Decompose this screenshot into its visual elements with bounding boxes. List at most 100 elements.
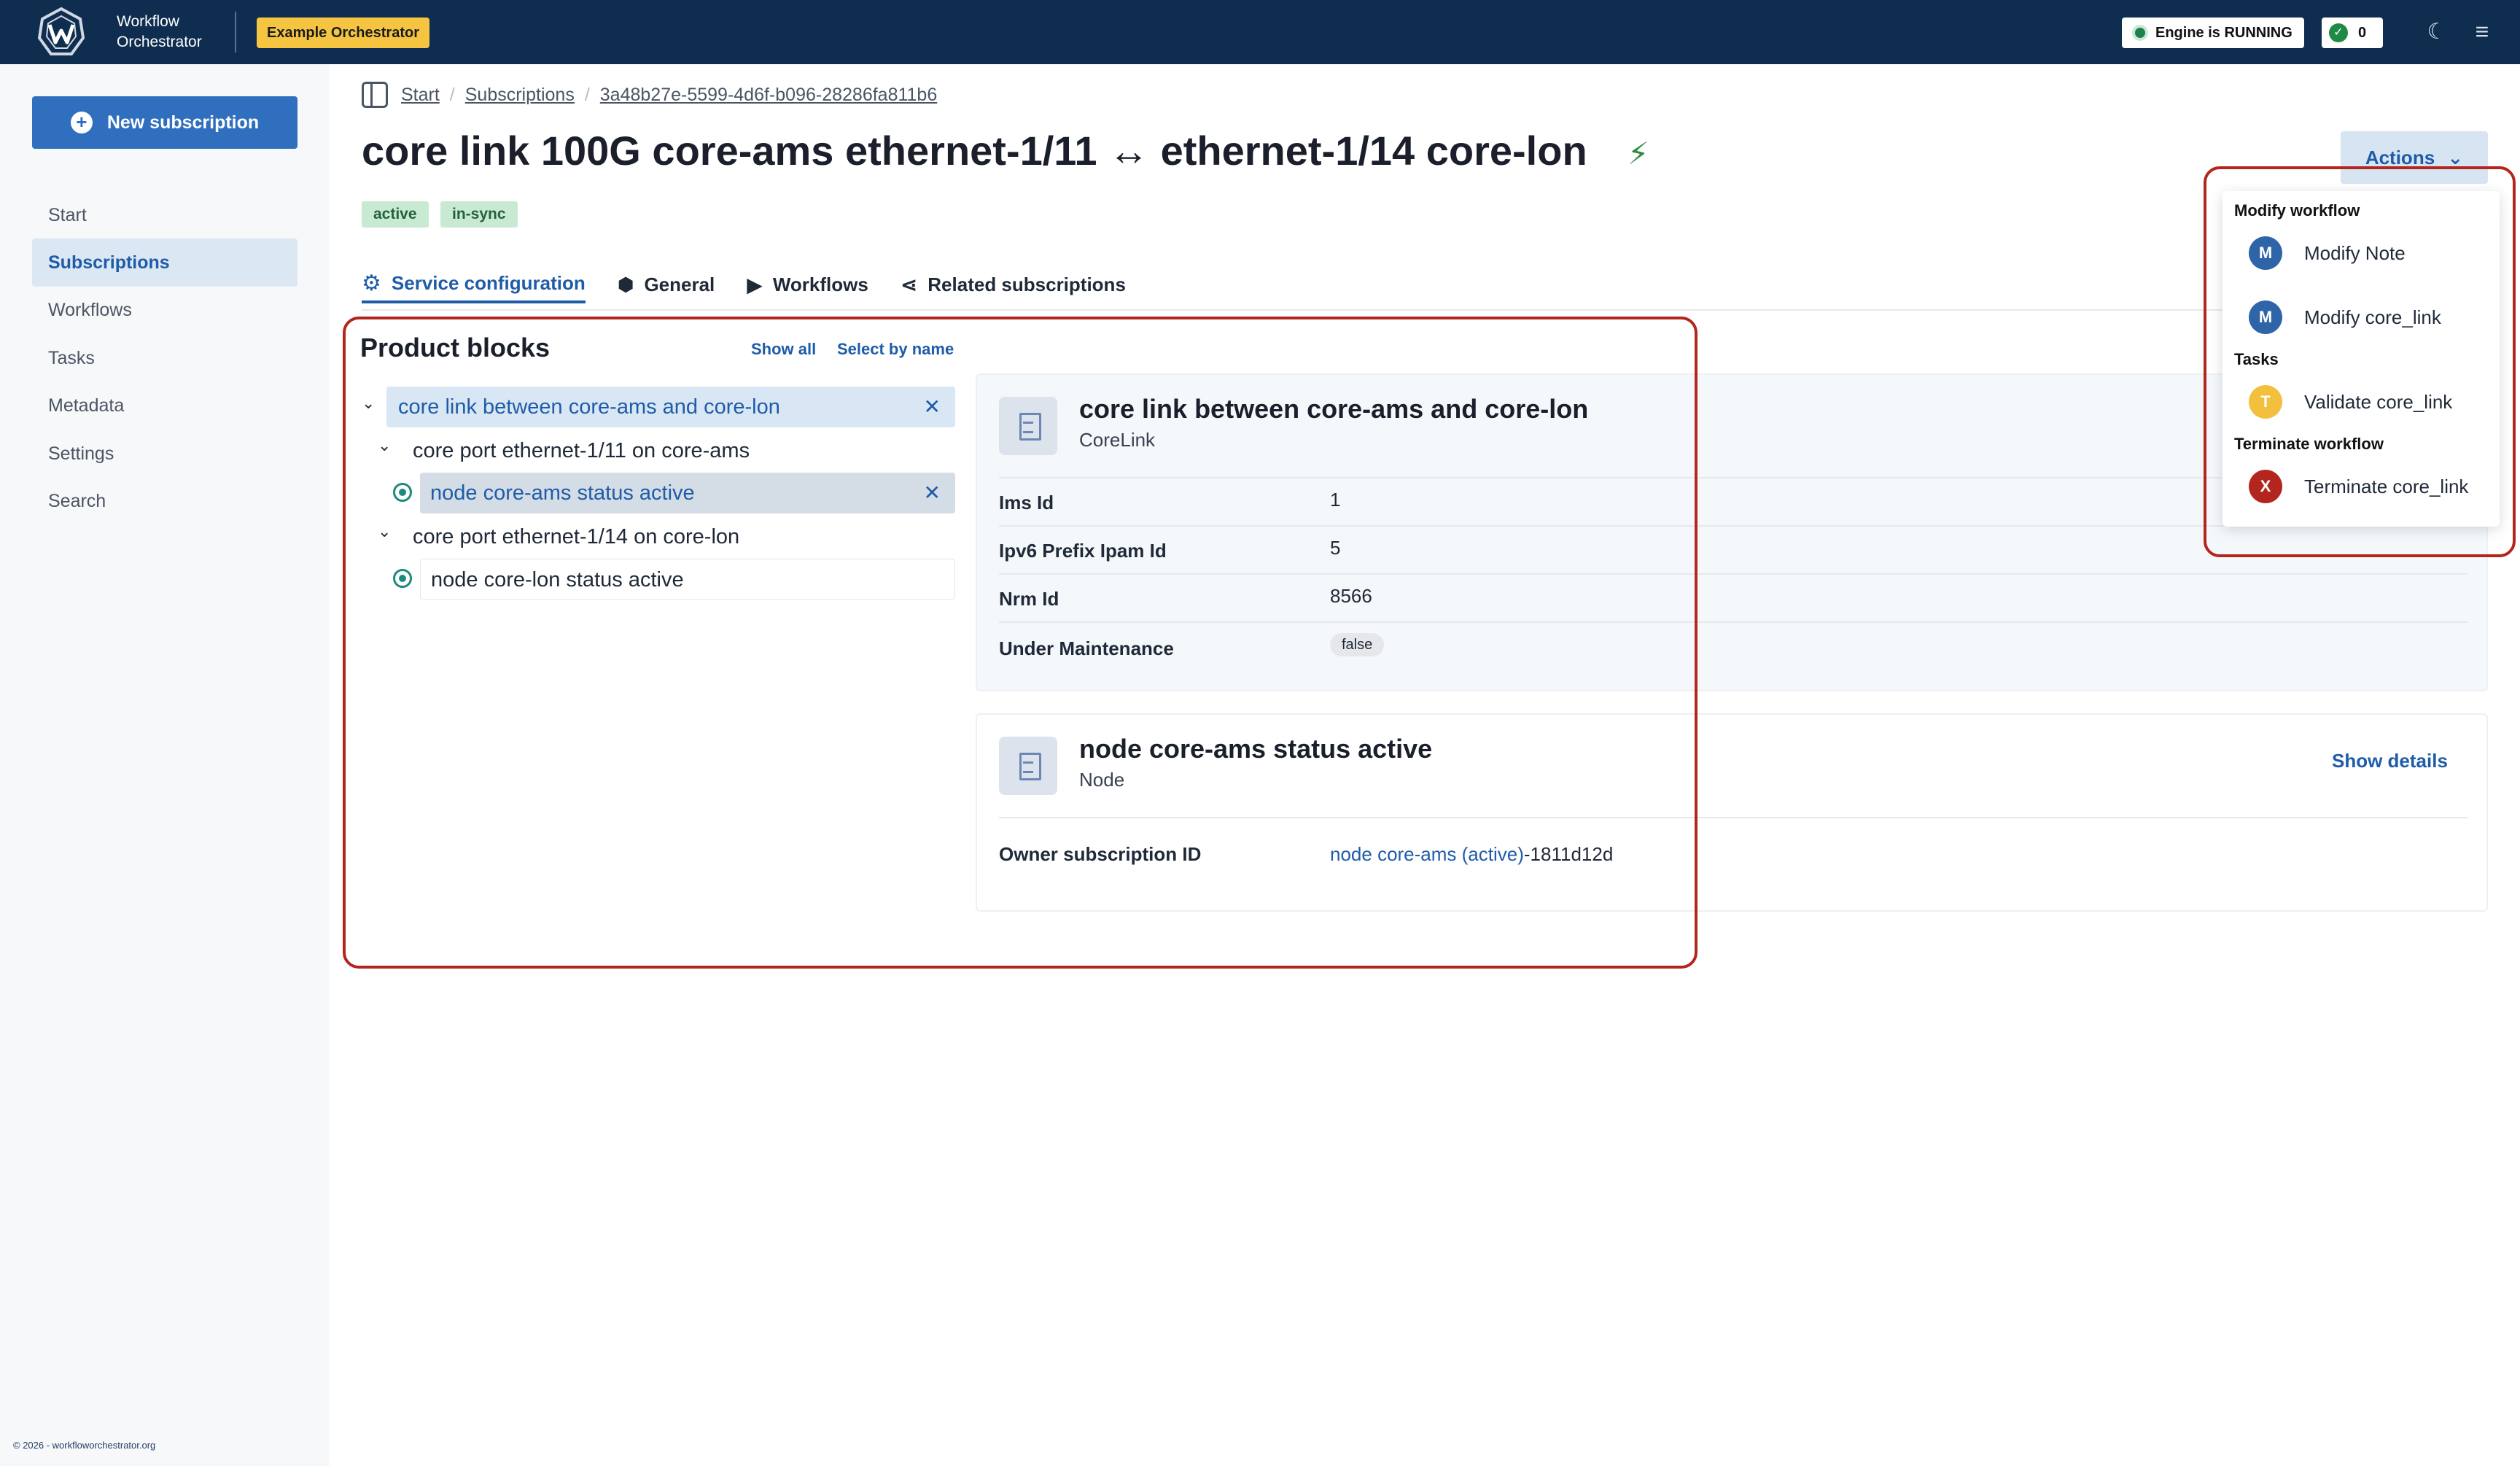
status-badge-active: active bbox=[362, 201, 429, 228]
chevron-down-icon[interactable]: ⌄ bbox=[378, 522, 391, 541]
breadcrumb-separator: / bbox=[584, 84, 590, 105]
field-label: Under Maintenance bbox=[999, 637, 1174, 659]
tree-item-label: node core-lon status active bbox=[431, 568, 684, 592]
breadcrumb-separator: / bbox=[449, 84, 455, 105]
processes-count-button[interactable]: ✓ 0 bbox=[2322, 18, 2383, 48]
close-icon[interactable]: ✕ bbox=[924, 387, 941, 427]
owner-subscription-link[interactable]: node core-ams (active) bbox=[1330, 843, 1524, 865]
processes-count: 0 bbox=[2358, 25, 2367, 41]
menu-heading-tasks: Tasks bbox=[2234, 350, 2279, 368]
menu-item-validate-core-link[interactable]: T Validate core_link bbox=[2249, 384, 2452, 420]
task-avatar-icon: T bbox=[2249, 385, 2282, 419]
cube-icon: ⬢ bbox=[617, 273, 634, 295]
breadcrumb-subscriptions[interactable]: Subscriptions bbox=[465, 85, 575, 106]
lightning-bolt-icon: ⚡ bbox=[1628, 136, 1649, 171]
field-label: Owner subscription ID bbox=[999, 843, 1202, 865]
page-title: core link 100G core-ams ethernet-1/11 ↔ … bbox=[362, 128, 1587, 174]
engine-status-button[interactable]: Engine is RUNNING bbox=[2122, 18, 2304, 48]
tree-item-node-core-lon[interactable]: node core-lon status active bbox=[420, 559, 955, 600]
tree-item-node-core-ams[interactable]: node core-ams status active ✕ bbox=[420, 473, 955, 513]
modify-avatar-icon: M bbox=[2249, 300, 2282, 334]
product-blocks-title: Product blocks bbox=[360, 333, 551, 362]
show-all-button[interactable]: Show all bbox=[751, 340, 816, 359]
new-subscription-label: New subscription bbox=[106, 112, 260, 133]
breadcrumb: Start / Subscriptions / 3a48b27e-5599-4d… bbox=[362, 79, 937, 111]
tab-label: General bbox=[644, 273, 715, 295]
sidebar-item-search[interactable]: Search bbox=[32, 477, 298, 525]
field-label: Ims Id bbox=[999, 492, 1054, 513]
row-divider bbox=[999, 817, 2468, 818]
terminate-avatar-icon: X bbox=[2249, 470, 2282, 503]
chevron-down-icon: ⌄ bbox=[2447, 147, 2464, 168]
plus-circle-icon: + bbox=[70, 112, 93, 133]
environment-badge: Example Orchestrator bbox=[257, 18, 429, 48]
panel-subtitle: Node bbox=[1079, 769, 1125, 791]
tab-bar: ⚙ Service configuration ⬢ General ▶ Work… bbox=[362, 265, 1126, 311]
sidebar-item-tasks[interactable]: Tasks bbox=[32, 334, 298, 382]
tree-item-label: core link between core-ams and core-lon bbox=[398, 395, 780, 419]
running-status-icon bbox=[2132, 25, 2148, 41]
boolean-badge: false bbox=[1330, 633, 1385, 656]
gear-icon: ⚙ bbox=[362, 271, 381, 295]
tab-general[interactable]: ⬢ General bbox=[618, 265, 715, 303]
node-dot-icon bbox=[393, 569, 412, 588]
document-icon bbox=[999, 737, 1057, 795]
field-value: 1 bbox=[1330, 489, 1341, 511]
actions-label: Actions bbox=[2365, 147, 2435, 168]
menu-item-modify-note[interactable]: M Modify Note bbox=[2249, 235, 2406, 271]
owner-subscription-value: node core-ams (active)-1811d12d bbox=[1330, 843, 1613, 866]
panel-subtitle: CoreLink bbox=[1079, 429, 1156, 451]
sidebar-item-metadata[interactable]: Metadata bbox=[32, 381, 298, 430]
field-value: 5 bbox=[1330, 537, 1341, 559]
chevron-down-icon[interactable]: ⌄ bbox=[362, 394, 375, 413]
menu-item-modify-core-link[interactable]: M Modify core_link bbox=[2249, 299, 2441, 336]
toggle-sidebar-icon[interactable] bbox=[362, 82, 388, 108]
tab-workflows[interactable]: ▶ Workflows bbox=[747, 265, 868, 303]
new-subscription-button[interactable]: + New subscription bbox=[32, 96, 298, 149]
show-details-button[interactable]: Show details bbox=[2332, 750, 2448, 772]
play-circle-icon: ▶ bbox=[747, 273, 763, 296]
select-by-name-button[interactable]: Select by name bbox=[837, 340, 954, 359]
brand-line-2: Orchestrator bbox=[117, 34, 202, 50]
menu-item-label: Terminate core_link bbox=[2304, 475, 2469, 497]
tab-related-subscriptions[interactable]: ⋖ Related subscriptions bbox=[901, 265, 1126, 303]
tab-label: Service configuration bbox=[391, 271, 586, 294]
workflow-orchestrator-logo-icon[interactable] bbox=[35, 6, 88, 58]
hamburger-menu-icon[interactable]: ≡ bbox=[2469, 19, 2495, 45]
chevron-down-icon[interactable]: ⌄ bbox=[378, 436, 391, 455]
brand-name: Workflow Orchestrator bbox=[117, 12, 202, 53]
breadcrumb-subscription-id[interactable]: 3a48b27e-5599-4d6f-b096-28286fa811b6 bbox=[600, 85, 937, 106]
tree-item-core-port-ams[interactable]: core port ethernet-1/11 on core-ams bbox=[413, 430, 955, 471]
sidebar-item-start[interactable]: Start bbox=[32, 191, 298, 239]
sidebar-item-settings[interactable]: Settings bbox=[32, 430, 298, 478]
tree-item-label: core port ethernet-1/14 on core-lon bbox=[413, 525, 740, 548]
tab-label: Workflows bbox=[772, 273, 868, 295]
node-dot-icon bbox=[393, 483, 412, 502]
breadcrumb-start[interactable]: Start bbox=[401, 85, 440, 106]
sidebar: + New subscription Start Subscriptions W… bbox=[0, 64, 330, 1466]
engine-status-label: Engine is RUNNING bbox=[2155, 25, 2292, 41]
menu-heading-modify: Modify workflow bbox=[2234, 201, 2360, 220]
tab-service-configuration[interactable]: ⚙ Service configuration bbox=[362, 265, 586, 303]
dark-mode-moon-icon[interactable]: ☾ bbox=[2424, 19, 2450, 45]
product-block-detail-node: node core-ams status active Node Show de… bbox=[976, 713, 2488, 912]
footer-copyright: © 2026 - workfloworchestrator.org bbox=[13, 1440, 156, 1451]
panel-title: core link between core-ams and core-lon bbox=[1079, 394, 1589, 424]
brand-line-1: Workflow bbox=[117, 13, 179, 30]
tree-item-core-link[interactable]: core link between core-ams and core-lon … bbox=[386, 387, 955, 427]
row-divider bbox=[999, 621, 2468, 623]
actions-button[interactable]: Actions ⌄ bbox=[2341, 131, 2488, 184]
field-value: 8566 bbox=[1330, 585, 1372, 607]
close-icon[interactable]: ✕ bbox=[924, 473, 941, 513]
status-badge-in-sync: in-sync bbox=[440, 201, 518, 228]
field-label: Ipv6 Prefix Ipam Id bbox=[999, 540, 1167, 562]
check-circle-icon: ✓ bbox=[2329, 23, 2348, 42]
sidebar-item-workflows[interactable]: Workflows bbox=[32, 286, 298, 334]
tree-item-core-port-lon[interactable]: core port ethernet-1/14 on core-lon bbox=[413, 516, 955, 557]
sidebar-item-subscriptions[interactable]: Subscriptions bbox=[32, 238, 298, 287]
tabs-divider bbox=[362, 309, 2488, 311]
menu-item-terminate-core-link[interactable]: X Terminate core_link bbox=[2249, 468, 2468, 505]
document-icon bbox=[999, 397, 1057, 455]
tree-item-label: core port ethernet-1/11 on core-ams bbox=[413, 439, 750, 462]
menu-item-label: Modify core_link bbox=[2304, 306, 2441, 328]
